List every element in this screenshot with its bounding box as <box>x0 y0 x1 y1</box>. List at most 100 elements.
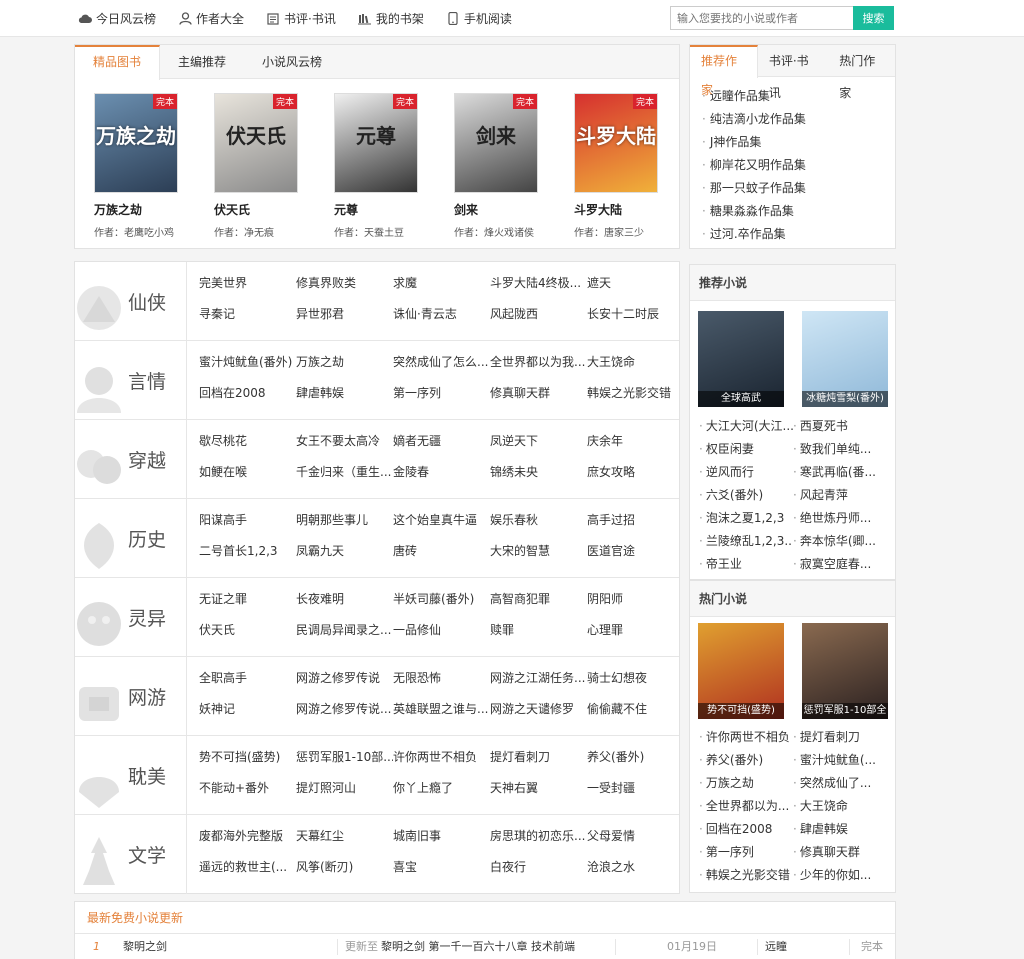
category-book-link[interactable]: 凤霸九天 <box>296 542 393 560</box>
book-cover[interactable]: 完本 元尊 <box>334 93 418 193</box>
category-book-link[interactable]: 不能动+番外 <box>199 779 296 797</box>
category-book-link[interactable]: 蜜汁炖鱿鱼(番外) <box>199 353 296 371</box>
nav-bookshelf[interactable]: 我的书架 <box>358 10 424 27</box>
category-book-link[interactable]: 白夜行 <box>490 858 587 876</box>
category-book-link[interactable]: 妖神记 <box>199 700 296 718</box>
book-cover[interactable]: 完本 斗罗大陆 <box>574 93 658 193</box>
category-book-link[interactable]: 民调局异闻录之... <box>296 621 393 639</box>
novel-link[interactable]: 第一序列 <box>699 841 793 864</box>
category-book-link[interactable]: 提灯照河山 <box>296 779 393 797</box>
category-book-link[interactable]: 锦绣未央 <box>490 463 587 481</box>
category-book-link[interactable]: 风起陇西 <box>490 305 587 323</box>
category-book-link[interactable]: 歇尽桃花 <box>199 432 296 450</box>
category-book-link[interactable]: 城南旧事 <box>393 827 490 845</box>
category-book-link[interactable]: 大宋的智慧 <box>490 542 587 560</box>
author-link[interactable]: 糖果淼淼作品集 <box>702 200 806 223</box>
novel-link[interactable]: 寒武再临(番... <box>793 461 887 484</box>
category-book-link[interactable]: 伏天氏 <box>199 621 296 639</box>
category-book-link[interactable]: 大王饶命 <box>587 353 684 371</box>
author-link[interactable]: J神作品集 <box>702 131 806 154</box>
novel-link[interactable]: 泡沫之夏1,2,3 <box>699 507 793 530</box>
novel-cover[interactable]: 全球高武 <box>698 311 784 407</box>
category-book-link[interactable]: 心理罪 <box>587 621 684 639</box>
category-book-link[interactable]: 沧浪之水 <box>587 858 684 876</box>
update-author-link[interactable]: 远瞳 <box>765 935 787 959</box>
novel-link[interactable]: 大江大河(大江... <box>699 415 793 438</box>
category-name[interactable]: 历史 <box>128 525 166 552</box>
tab-hot-authors[interactable]: 热门作家 <box>828 45 895 100</box>
category-name[interactable]: 耽美 <box>128 762 166 789</box>
category-book-link[interactable]: 完美世界 <box>199 274 296 292</box>
featured-book[interactable]: 完本 剑来 剑来 作者：烽火戏诸侯 <box>435 93 555 239</box>
category-book-link[interactable]: 喜宝 <box>393 858 490 876</box>
update-chapter-link[interactable]: 黎明之剑 第一千一百六十八章 技术前端 <box>381 935 575 959</box>
category-book-link[interactable]: 遮天 <box>587 274 684 292</box>
novel-link[interactable]: 养父(番外) <box>699 749 793 772</box>
category-book-link[interactable]: 突然成仙了怎么... <box>393 353 490 371</box>
category-book-link[interactable]: 明朝那些事儿 <box>296 511 393 529</box>
category-book-link[interactable]: 遥远的救世主(... <box>199 858 296 876</box>
category-book-link[interactable]: 凤逆天下 <box>490 432 587 450</box>
novel-cover[interactable]: 冰糖炖雪梨(番外) <box>802 311 888 407</box>
novel-link[interactable]: 西夏死书 <box>793 415 887 438</box>
novel-link[interactable]: 帝王业 <box>699 553 793 576</box>
novel-link[interactable]: 提灯看刺刀 <box>793 726 887 749</box>
category-book-link[interactable]: 唐砖 <box>393 542 490 560</box>
category-book-link[interactable]: 阳谋高手 <box>199 511 296 529</box>
category-book-link[interactable]: 许你两世不相负 <box>393 748 490 766</box>
featured-book[interactable]: 完本 万族之劫 万族之劫 作者：老鹰吃小鸡 <box>75 93 195 239</box>
category-book-link[interactable]: 骑士幻想夜 <box>587 669 684 687</box>
novel-link[interactable]: 兰陵缭乱1,2,3... <box>699 530 793 553</box>
category-book-link[interactable]: 半妖司藤(番外) <box>393 590 490 608</box>
category-book-link[interactable]: 高手过招 <box>587 511 684 529</box>
nav-mobile[interactable]: 手机阅读 <box>446 10 512 27</box>
category-book-link[interactable]: 修真聊天群 <box>490 384 587 402</box>
category-book-link[interactable]: 惩罚军服1-10部... <box>296 748 393 766</box>
nav-authors[interactable]: 作者大全 <box>178 10 244 27</box>
author-link[interactable]: 柳岸花又明作品集 <box>702 154 806 177</box>
tab-leaderboard[interactable]: 小说风云榜 <box>244 45 340 79</box>
nav-reviews[interactable]: 书评·书讯 <box>266 10 336 27</box>
author-link[interactable]: 纯洁滴小龙作品集 <box>702 108 806 131</box>
category-book-link[interactable]: 废都海外完整版 <box>199 827 296 845</box>
category-book-link[interactable]: 风筝(断刃) <box>296 858 393 876</box>
category-book-link[interactable]: 英雄联盟之谁与... <box>393 700 490 718</box>
novel-link[interactable]: 风起青萍 <box>793 484 887 507</box>
tab-author-news[interactable]: 书评·书讯 <box>758 45 828 100</box>
category-book-link[interactable]: 万族之劫 <box>296 353 393 371</box>
tab-editor-picks[interactable]: 主编推荐 <box>160 45 244 79</box>
category-name[interactable]: 文学 <box>128 841 166 868</box>
category-book-link[interactable]: 修真界败类 <box>296 274 393 292</box>
category-name[interactable]: 穿越 <box>128 446 166 473</box>
category-book-link[interactable]: 韩娱之光影交错 <box>587 384 684 402</box>
search-input[interactable] <box>670 6 853 30</box>
novel-link[interactable]: 蜜汁炖鱿鱼(... <box>793 749 887 772</box>
category-book-link[interactable]: 养父(番外) <box>587 748 684 766</box>
category-book-link[interactable]: 一受封疆 <box>587 779 684 797</box>
novel-link[interactable]: 逆风而行 <box>699 461 793 484</box>
category-book-link[interactable]: 你丫上瘾了 <box>393 779 490 797</box>
novel-link[interactable]: 少年的你如... <box>793 864 887 887</box>
category-book-link[interactable]: 第一序列 <box>393 384 490 402</box>
category-book-link[interactable]: 赎罪 <box>490 621 587 639</box>
author-link[interactable]: 过河.卒作品集 <box>702 223 806 246</box>
category-book-link[interactable]: 肆虐韩娱 <box>296 384 393 402</box>
category-book-link[interactable]: 无限恐怖 <box>393 669 490 687</box>
category-book-link[interactable]: 千金归来（重生... <box>296 463 393 481</box>
novel-link[interactable]: 韩娱之光影交错 <box>699 864 793 887</box>
book-cover[interactable]: 完本 伏天氏 <box>214 93 298 193</box>
novel-link[interactable]: 肆虐韩娱 <box>793 818 887 841</box>
category-book-link[interactable]: 提灯看刺刀 <box>490 748 587 766</box>
category-book-link[interactable]: 网游之江湖任务... <box>490 669 587 687</box>
novel-link[interactable]: 突然成仙了... <box>793 772 887 795</box>
book-title[interactable]: 万族之劫 <box>94 201 195 218</box>
novel-cover[interactable]: 势不可挡(盛势) <box>698 623 784 719</box>
category-book-link[interactable]: 高智商犯罪 <box>490 590 587 608</box>
novel-link[interactable]: 修真聊天群 <box>793 841 887 864</box>
search-button[interactable]: 搜索 <box>853 6 894 30</box>
category-book-link[interactable]: 势不可挡(盛势) <box>199 748 296 766</box>
category-book-link[interactable]: 娱乐春秋 <box>490 511 587 529</box>
novel-link[interactable]: 绝世炼丹师... <box>793 507 887 530</box>
category-book-link[interactable]: 求魔 <box>393 274 490 292</box>
category-book-link[interactable]: 网游之修罗传说 <box>296 669 393 687</box>
